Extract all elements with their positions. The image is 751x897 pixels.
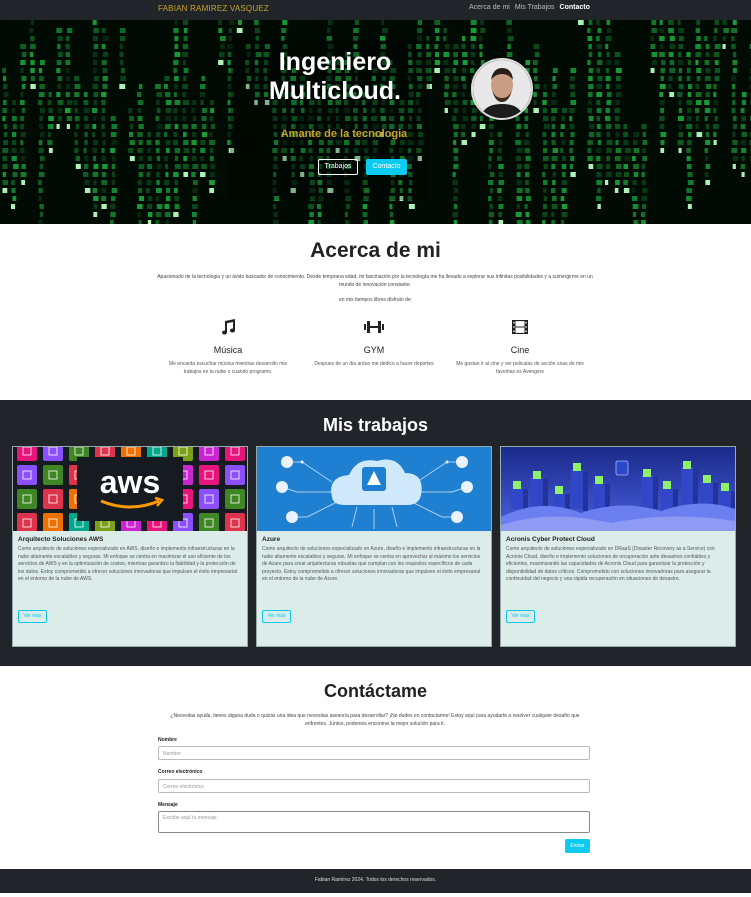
send-button[interactable]: Enviar [565,839,590,853]
hobby-desc: Me encanta escuchar música mientras desa… [168,361,288,375]
hobby-gym: GYM Despues de un dia arduo me dedico a … [304,318,444,369]
music-note-icon [158,318,298,336]
hobby-desc: Despues de un dia arduo me dedico a hace… [314,361,434,367]
profile-photo [473,60,531,118]
hero-title: Ingeniero Multicloud. [269,48,401,105]
see-more-button[interactable]: Ver más [506,610,535,623]
work-card-aws: aws Arquitecto Soluciones AWS Como arqui… [12,446,248,647]
brand-link[interactable]: FABIAN RAMIREZ VASQUEZ [158,4,269,13]
hobby-title: Cine [510,345,530,355]
hobby-desc: Me gustan ir al cine y ver peliculas de … [456,361,584,375]
hero-subtitle: Amante de la tecnologia [280,128,408,140]
email-label: Correo electrónico [158,769,203,775]
hobby-title: GYM [363,345,385,355]
card-title: Acronis Cyber Protect Cloud [506,536,595,543]
works-title: Mis trabajos [322,415,429,435]
see-more-button[interactable]: Ver más [18,610,47,623]
name-label: Nombre [158,737,177,743]
message-label: Mensaje [158,802,178,808]
navbar: FABIAN RAMIREZ VASQUEZ Acerca de mi Mis … [0,0,751,20]
hobby-cinema: Cine Me gustan ir al cine y ver pelicula… [450,318,590,376]
contact-text: ¿Necesitas ayuda, tienes alguna duda o q… [170,713,580,727]
hobby-music: Música Me encanta escuchar música mientr… [158,318,298,376]
footer-text: Fabian Ramírez 2024. Todos los derechos … [314,877,437,883]
nav-link-about[interactable]: Acerca de mi [469,4,510,11]
message-textarea[interactable]: Escribe aquí tu mensaje [158,811,590,833]
works-section: Mis trabajos aws Arquitecto Soluciones A… [0,400,751,666]
about-text: Apasionado de la tecnologia y un ávido b… [157,274,593,288]
acronis-image [501,447,735,531]
footer: Fabian Ramírez 2024. Todos los derechos … [0,869,751,893]
work-card-azure: Azure Como arquitecto de soluciones espe… [256,446,492,647]
card-title: Arquitecto Soluciones AWS [18,536,104,543]
aws-image: aws [13,447,247,531]
see-more-button[interactable]: Ver más [262,610,291,623]
about-free-time: en mis tiempos libres disfruto de: [338,297,413,303]
dumbbell-icon [304,318,444,336]
nav-link-contact[interactable]: Contacto [560,4,590,11]
azure-image [257,447,491,531]
email-input[interactable]: Correo electrónico [158,779,590,793]
works-button[interactable]: Trabajos [318,159,358,175]
film-icon [450,318,590,336]
card-text: Como arquitecto de soluciones especializ… [506,546,715,582]
contact-button[interactable]: Contacto [366,159,407,175]
card-text: Como arquitecto de soluciones especializ… [262,546,481,582]
card-text: Como arquitecto de soluciones especializ… [18,546,238,582]
hobby-title: Música [213,345,243,355]
avatar [471,58,533,120]
nav-link-works[interactable]: Mis Trabajos [515,4,555,11]
hero-section: Ingeniero Multicloud. Amante de la tecno… [0,20,751,224]
about-title: Acerca de mi [310,239,441,262]
work-card-acronis: Acronis Cyber Protect Cloud Como arquite… [500,446,736,647]
name-input[interactable]: Nombre [158,746,590,760]
card-title: Azure [262,536,281,543]
aws-logo-text: aws [100,464,160,500]
nav-links: Acerca de mi Mis Trabajos Contacto [469,4,590,11]
contact-title: Contáctame [323,681,428,701]
